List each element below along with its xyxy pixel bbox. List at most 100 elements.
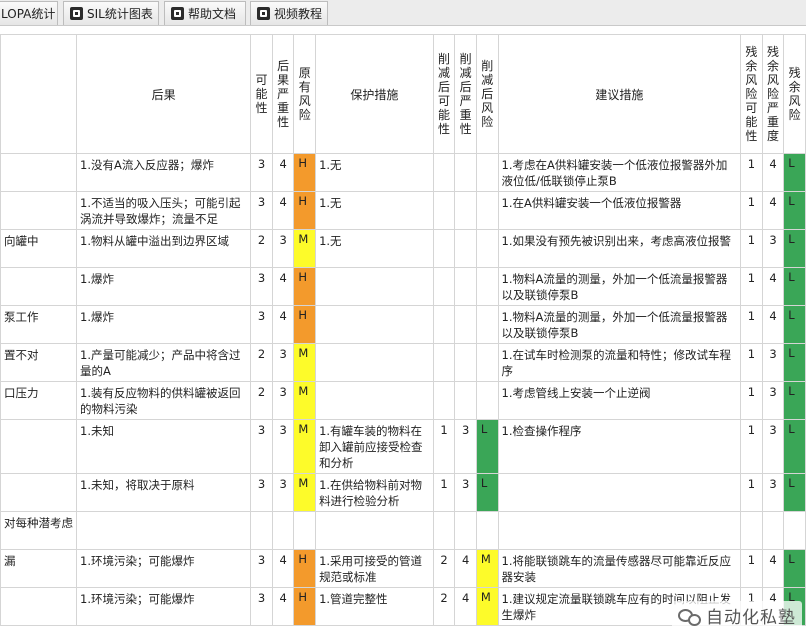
row-recommendations[interactable] — [497, 473, 742, 512]
row-reduced-severity[interactable] — [454, 511, 477, 550]
row-residual-risk[interactable]: L — [783, 549, 806, 588]
row-risk[interactable]: M — [293, 381, 317, 420]
row-reduced-risk[interactable] — [475, 153, 499, 192]
row-reduced-severity[interactable] — [454, 381, 477, 420]
row-reduced-risk[interactable] — [475, 191, 499, 230]
row-reduced-severity[interactable] — [454, 229, 477, 268]
row-reduced-risk[interactable] — [475, 511, 499, 550]
row-recommendations[interactable]: 1.在试车时检测泵的流量和特性；修改试车程序 — [497, 343, 742, 382]
row-reduced-risk[interactable] — [475, 381, 499, 420]
row-reduced-severity[interactable] — [454, 343, 477, 382]
row-consequence[interactable]: 1.不适当的吸入压头；可能引起涡流并导致爆炸；流量不足 — [75, 191, 252, 230]
row-reduced-risk[interactable] — [475, 267, 499, 306]
table-row[interactable]: 对每种潜考虑 — [0, 511, 806, 550]
row-reduced-likelihood[interactable] — [432, 381, 456, 420]
table-row[interactable]: 置不对 1.产量可能减少；产品中将含过量的A 2 3 M 1.在试车时检测泵的流量和特性；… — [0, 343, 806, 382]
row-residual-likelihood[interactable]: 1 — [740, 191, 763, 230]
row-severity[interactable]: 4 — [271, 191, 295, 230]
row-reduced-severity[interactable]: 3 — [454, 473, 477, 512]
row-residual-severity[interactable]: 4 — [761, 549, 785, 588]
row-cause[interactable] — [0, 473, 77, 512]
row-residual-risk[interactable] — [783, 511, 806, 550]
row-reduced-risk[interactable] — [475, 343, 499, 382]
row-reduced-risk[interactable] — [475, 305, 499, 344]
row-risk[interactable]: M — [293, 473, 317, 512]
row-likelihood[interactable]: 3 — [250, 153, 273, 192]
row-severity[interactable] — [271, 511, 295, 550]
row-residual-likelihood[interactable]: 1 — [740, 549, 763, 588]
row-risk[interactable]: H — [293, 191, 317, 230]
row-consequence[interactable]: 1.物料从罐中溢出到边界区域 — [75, 229, 252, 268]
row-reduced-likelihood[interactable] — [432, 153, 456, 192]
tab-help-docs[interactable]: 帮助文档 — [164, 1, 246, 25]
row-residual-risk[interactable]: L — [783, 343, 806, 382]
row-reduced-severity[interactable]: 3 — [454, 419, 477, 474]
row-residual-severity[interactable]: 4 — [761, 153, 785, 192]
row-residual-severity[interactable]: 3 — [761, 419, 785, 474]
row-cause[interactable] — [0, 191, 77, 230]
col-header-severity[interactable]: 后果严重性 — [271, 34, 295, 154]
row-likelihood[interactable]: 2 — [250, 343, 273, 382]
row-severity[interactable]: 3 — [271, 419, 295, 474]
row-consequence[interactable]: 1.环境污染；可能爆炸 — [75, 549, 252, 588]
row-cause[interactable] — [0, 267, 77, 306]
row-likelihood[interactable]: 3 — [250, 549, 273, 588]
row-residual-risk[interactable]: L — [783, 381, 806, 420]
row-risk[interactable]: M — [293, 343, 317, 382]
row-severity[interactable]: 4 — [271, 587, 295, 626]
row-risk[interactable]: H — [293, 267, 317, 306]
row-reduced-severity[interactable]: 4 — [454, 587, 477, 626]
row-cause[interactable]: 泵工作 — [0, 305, 77, 344]
row-residual-likelihood[interactable]: 1 — [740, 305, 763, 344]
col-header-risk[interactable]: 原有风险 — [293, 34, 317, 154]
table-row[interactable]: 漏 1.环境污染；可能爆炸 3 4 H 1.采用可接受的管道规范或标准 2 4 M 1.将能联锁跳… — [0, 549, 806, 588]
row-reduced-likelihood[interactable] — [432, 267, 456, 306]
row-reduced-likelihood[interactable] — [432, 343, 456, 382]
row-likelihood[interactable]: 2 — [250, 381, 273, 420]
row-residual-likelihood[interactable]: 1 — [740, 381, 763, 420]
row-residual-severity[interactable]: 4 — [761, 191, 785, 230]
row-cause[interactable]: 对每种潜考虑 — [0, 511, 77, 550]
row-risk[interactable]: H — [293, 153, 317, 192]
row-recommendations[interactable]: 1.在A供料罐安装一个低液位报警器 — [497, 191, 742, 230]
row-likelihood[interactable]: 3 — [250, 473, 273, 512]
row-risk[interactable]: M — [293, 419, 317, 474]
table-row[interactable]: 1.不适当的吸入压头；可能引起涡流并导致爆炸；流量不足 3 4 H 1.无 1.在A供料罐… — [0, 191, 806, 230]
row-safeguards[interactable] — [315, 305, 434, 344]
table-row[interactable]: 1.没有A流入反应器；爆炸 3 4 H 1.无 1.考虑在A供料罐安装一个低液位报警器外加… — [0, 153, 806, 192]
table-row[interactable]: 1.爆炸 3 4 H 1.物料A流量的测量，外加一个低流量报警器以及联锁停泵B 1 4 L — [0, 267, 806, 306]
row-recommendations[interactable]: 1.物料A流量的测量，外加一个低流量报警器以及联锁停泵B — [497, 267, 742, 306]
row-reduced-likelihood[interactable]: 1 — [432, 419, 456, 474]
col-header-cause[interactable] — [0, 34, 77, 154]
row-likelihood[interactable]: 3 — [250, 191, 273, 230]
row-safeguards[interactable] — [315, 381, 434, 420]
row-safeguards[interactable]: 1.管道完整性 — [315, 587, 434, 626]
row-residual-risk[interactable]: L — [783, 473, 806, 512]
row-reduced-risk[interactable]: L — [475, 473, 499, 512]
row-likelihood[interactable] — [250, 511, 273, 550]
row-reduced-likelihood[interactable]: 1 — [432, 473, 456, 512]
row-safeguards[interactable] — [315, 343, 434, 382]
row-risk[interactable]: H — [293, 587, 317, 626]
tab-video-tutorials[interactable]: 视频教程 — [250, 1, 328, 25]
row-consequence[interactable]: 1.爆炸 — [75, 267, 252, 306]
col-header-likelihood[interactable]: 可能性 — [250, 34, 273, 154]
row-reduced-likelihood[interactable] — [432, 229, 456, 268]
row-reduced-likelihood[interactable] — [432, 305, 456, 344]
table-row[interactable]: 泵工作 1.爆炸 3 4 H 1.物料A流量的测量，外加一个低流量报警器以及联锁停泵B 1 4… — [0, 305, 806, 344]
row-recommendations[interactable]: 1.将能联锁跳车的流量传感器尽可能靠近反应器安装 — [497, 549, 742, 588]
row-reduced-severity[interactable] — [454, 191, 477, 230]
row-severity[interactable]: 4 — [271, 153, 295, 192]
row-consequence[interactable]: 1.没有A流入反应器；爆炸 — [75, 153, 252, 192]
row-reduced-risk[interactable]: M — [475, 587, 499, 626]
row-severity[interactable]: 3 — [271, 343, 295, 382]
row-severity[interactable]: 4 — [271, 305, 295, 344]
row-consequence[interactable]: 1.爆炸 — [75, 305, 252, 344]
row-residual-likelihood[interactable]: 1 — [740, 153, 763, 192]
row-consequence[interactable]: 1.未知 — [75, 419, 252, 474]
row-severity[interactable]: 3 — [271, 229, 295, 268]
row-residual-likelihood[interactable]: 1 — [740, 419, 763, 474]
row-safeguards[interactable]: 1.无 — [315, 191, 434, 230]
row-severity[interactable]: 4 — [271, 549, 295, 588]
row-residual-severity[interactable]: 3 — [761, 343, 785, 382]
